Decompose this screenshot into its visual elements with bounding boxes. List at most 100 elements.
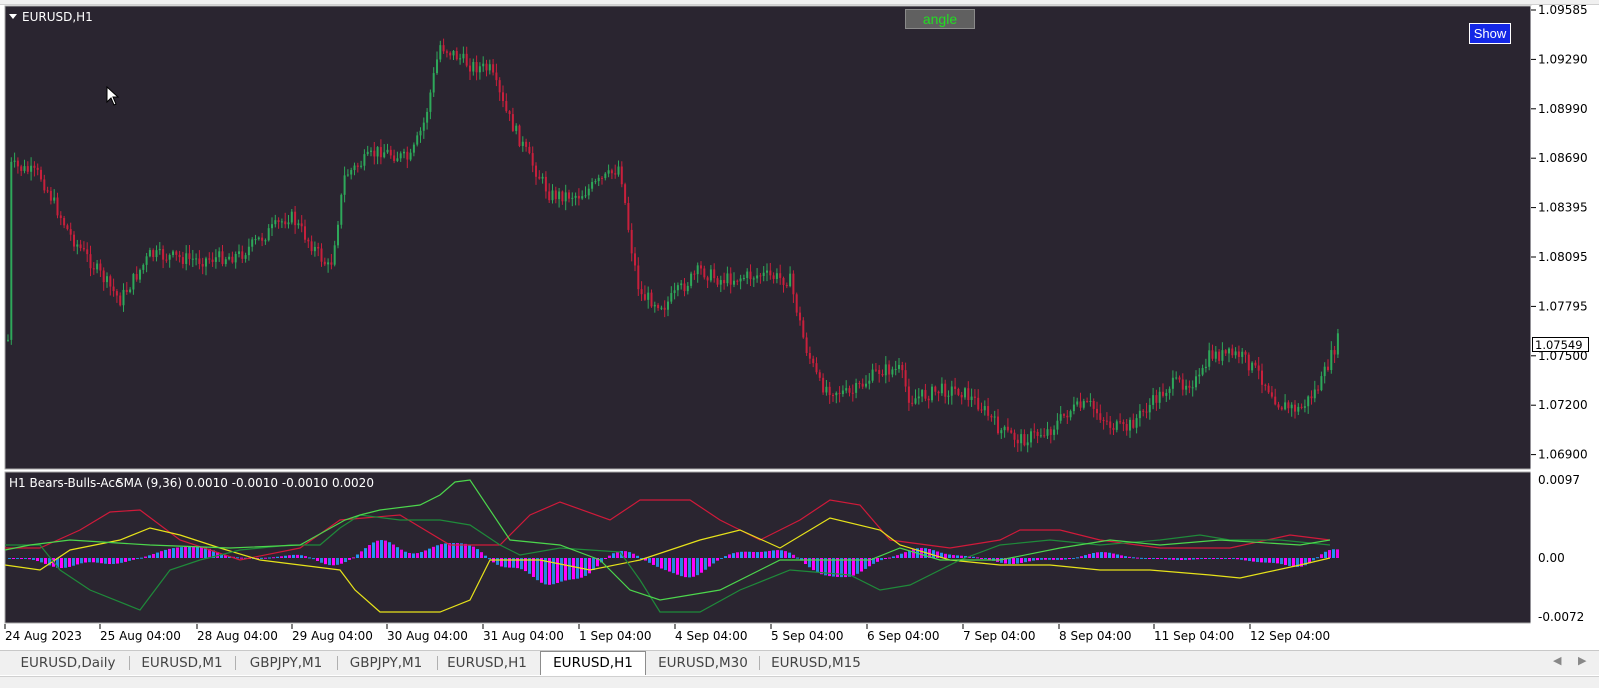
histogram-bar [576,558,579,579]
histogram-bar [1288,558,1291,566]
candle-body [1152,395,1155,405]
candle-body [1280,407,1283,410]
histogram-bar [80,558,83,564]
candle-body [125,289,128,293]
histogram-bar [1280,558,1283,565]
histogram-bar [1292,558,1295,567]
candle-body [848,388,851,393]
histogram-bar [884,558,887,559]
candle-body [927,398,930,401]
histogram-bar [36,558,39,562]
candle-body [416,135,419,145]
candle-body [135,274,138,280]
candle-body [667,301,669,310]
histogram-bar [68,558,71,567]
candle-body [663,307,666,310]
histogram-bar [952,555,955,558]
candle-body [13,160,16,162]
candle-body [337,224,339,246]
time-tick-label: 7 Sep 04:00 [963,629,1035,643]
histogram-bar [1224,558,1227,559]
tab-eurusd-m30[interactable]: EURUSD,M30 [648,653,758,673]
candle-body [234,253,237,263]
candle-body [987,406,990,416]
candle-body [1063,414,1065,416]
candle-body [878,370,881,374]
time-tick-label: 5 Sep 04:00 [771,629,843,643]
candle-body [350,170,353,175]
histogram-bar [540,558,543,583]
candle-body [653,304,656,307]
histogram-bar [488,558,491,560]
candle-body [670,293,673,302]
candle-body [261,237,264,241]
tab-eurusd-daily[interactable]: EURUSD,Daily [8,653,128,673]
candle-body [944,383,947,397]
candle-body [482,63,485,67]
candle-body [165,259,168,261]
histogram-bar [28,558,31,560]
histogram-bar [1144,558,1147,559]
candle-body [162,249,165,260]
candle-body [891,369,894,375]
candle-body [320,248,323,262]
tab-eurusd-m1[interactable]: EURUSD,M1 [130,653,234,673]
candle-body [148,250,151,257]
histogram-bar [128,558,131,561]
histogram-bar [60,558,63,569]
histogram-bar [976,557,979,559]
chevron-right-icon[interactable]: ▶ [1578,654,1586,667]
candle-body [660,307,663,309]
time-tick-label: 1 Sep 04:00 [579,629,651,643]
candle-body [551,190,554,201]
candle-body [795,294,798,313]
histogram-bar [560,558,563,582]
tab-eurusd-m15[interactable]: EURUSD,M15 [762,653,870,673]
candle-body [657,304,660,309]
candle-body [1300,406,1303,408]
histogram-bar [192,546,195,558]
candle-body [89,254,92,269]
candle-body [904,370,907,387]
candle-body [577,195,580,199]
histogram-bar [400,549,403,558]
indicator-axis-label: -0.0072 [1538,610,1584,624]
histogram-bar [84,558,87,563]
candle-body [419,130,422,136]
chart-canvas[interactable]: EURUSD,H1 1.09585 1.09290 1.08990 1.08690 1.… [0,0,1599,687]
histogram-bar [1180,558,1183,560]
tab-eurusd-h1[interactable]: EURUSD,H1 [540,651,646,675]
candle-body [1102,419,1105,421]
histogram-bar [328,558,331,566]
chevron-left-icon[interactable]: ◀ [1553,654,1561,667]
show-button[interactable]: Show [1469,23,1511,44]
candle-body [782,277,785,285]
histogram-bar [556,558,559,583]
main-chart-background[interactable] [4,5,1532,470]
histogram-bar [436,545,439,558]
histogram-bar [364,548,367,558]
candle-body [709,269,712,281]
histogram-bar [1276,558,1279,564]
candle-body [1336,333,1339,355]
tab-eurusd-h1[interactable]: EURUSD,H1 [436,653,538,673]
histogram-bar [440,544,443,558]
histogram-bar [1112,553,1115,558]
histogram-bar [336,558,339,565]
tab-gbpjpy-m1[interactable]: GBPJPY,M1 [336,653,436,673]
histogram-bar [296,554,299,558]
candle-body [1247,354,1250,371]
candle-body [1257,365,1260,371]
candle-body [317,246,320,249]
histogram-bar [1336,549,1339,558]
angle-button[interactable]: angle [905,9,975,29]
candle-body [1317,389,1320,391]
candle-body [10,161,13,340]
histogram-bar [348,558,351,560]
candle-body [277,220,280,222]
tab-gbpjpy-m1[interactable]: GBPJPY,M1 [236,653,336,673]
histogram-bar [284,555,287,558]
candle-body [1327,366,1329,371]
candle-body [56,197,59,216]
histogram-bar [432,546,435,558]
